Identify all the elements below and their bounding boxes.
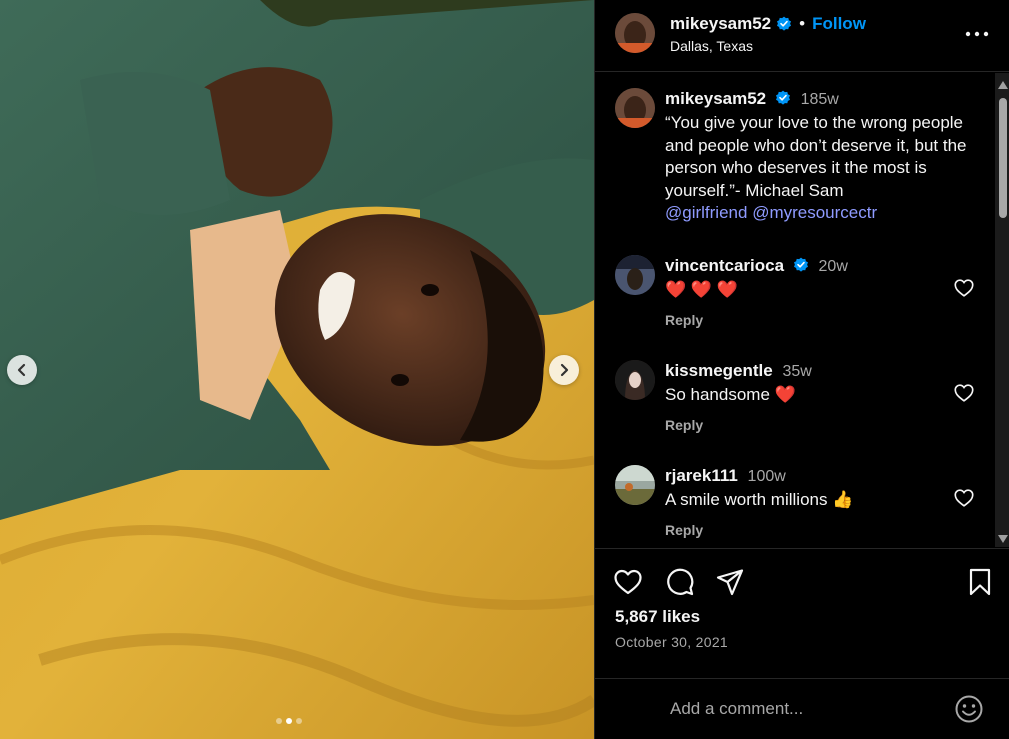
chevron-right-icon	[560, 363, 569, 377]
comment-time[interactable]: 100w	[748, 468, 786, 485]
avatar-image	[615, 465, 655, 505]
avatar-image	[615, 255, 655, 295]
caption-quote: “You give your love to the wrong people …	[665, 113, 967, 200]
share-icon[interactable]	[715, 567, 745, 597]
caption: mikeysam52 185w “You give your love to t…	[595, 88, 995, 238]
comment-like-icon[interactable]	[953, 382, 975, 404]
comment-icon[interactable]	[665, 567, 695, 597]
slide-indicator	[276, 718, 302, 724]
avatar-image	[615, 13, 655, 53]
comment-time[interactable]: 35w	[782, 363, 811, 380]
post-actions: 5,867 likes October 30, 2021	[595, 548, 1009, 678]
avatar-image	[615, 88, 655, 128]
caption-username[interactable]: mikeysam52	[665, 89, 766, 108]
verified-badge-icon	[775, 90, 790, 105]
scrollbar-thumb[interactable]	[999, 98, 1007, 218]
caption-header: mikeysam52 185w	[665, 88, 970, 111]
likes-count[interactable]: 5,867 likes	[615, 607, 700, 627]
heart-icon[interactable]	[613, 567, 643, 597]
commenter-avatar[interactable]	[615, 360, 655, 400]
comment-header: vincentcarioca 20w	[665, 255, 970, 278]
comments-list[interactable]: mikeysam52 185w “You give your love to t…	[595, 73, 995, 547]
mention-link[interactable]: @myresourcectr	[752, 203, 877, 222]
caption-time[interactable]: 185w	[801, 91, 839, 108]
caption-text: “You give your love to the wrong people …	[665, 112, 970, 225]
comment-like-icon[interactable]	[953, 487, 975, 509]
separator-dot: •	[799, 14, 806, 33]
scroll-down-arrow-icon[interactable]	[998, 535, 1008, 543]
chevron-left-icon	[17, 363, 26, 377]
post-media	[0, 0, 594, 739]
comment-like-icon[interactable]	[953, 277, 975, 299]
comment-text: A smile worth millions 👍	[665, 490, 854, 509]
comment-item: vincentcarioca 20w ❤️ ❤️ ❤️ Reply	[595, 255, 995, 345]
post-header: mikeysam52 • Follow Dallas, Texas	[595, 0, 1009, 72]
next-slide-button[interactable]	[549, 355, 579, 385]
commenter-username[interactable]: kissmegentle	[665, 361, 773, 380]
comment-composer	[595, 678, 1009, 739]
caption-avatar[interactable]	[615, 88, 655, 128]
commenter-avatar[interactable]	[615, 255, 655, 295]
bookmark-icon[interactable]	[965, 567, 995, 597]
post-photo	[0, 0, 594, 739]
slide-dot-active	[286, 718, 292, 724]
follow-button[interactable]: Follow	[812, 14, 866, 34]
comment-time[interactable]: 20w	[819, 258, 848, 275]
comment-item: rjarek111 100w A smile worth millions 👍 …	[595, 465, 995, 547]
commenter-avatar[interactable]	[615, 465, 655, 505]
smiley-icon[interactable]	[953, 693, 985, 725]
post-side-panel: mikeysam52 • Follow Dallas, Texas mikeys…	[594, 0, 1009, 739]
previous-slide-button[interactable]	[7, 355, 37, 385]
reply-button[interactable]: Reply	[665, 312, 703, 328]
reply-button[interactable]: Reply	[665, 417, 703, 433]
slide-dot	[276, 718, 282, 724]
commenter-username[interactable]: rjarek111	[665, 466, 738, 485]
comment-text: So handsome ❤️	[665, 385, 796, 404]
verified-badge-icon	[777, 16, 792, 31]
comments-scrollbar[interactable]	[995, 73, 1009, 547]
comment-text: ❤️ ❤️ ❤️	[665, 280, 738, 299]
comment-header: kissmegentle 35w	[665, 360, 970, 383]
more-options-icon[interactable]	[963, 22, 991, 46]
reply-button[interactable]: Reply	[665, 522, 703, 538]
verified-badge-icon	[793, 257, 808, 272]
author-username[interactable]: mikeysam52	[670, 14, 771, 34]
author-avatar[interactable]	[615, 13, 655, 53]
avatar-image	[615, 360, 655, 400]
comment-header: rjarek111 100w	[665, 465, 970, 488]
scroll-up-arrow-icon[interactable]	[998, 81, 1008, 89]
header-user-line: mikeysam52 • Follow	[670, 14, 866, 34]
mention-link[interactable]: @girlfriend	[665, 203, 747, 222]
commenter-username[interactable]: vincentcarioca	[665, 256, 784, 275]
post-location[interactable]: Dallas, Texas	[670, 38, 753, 54]
slide-dot	[296, 718, 302, 724]
comment-item: kissmegentle 35w So handsome ❤️ Reply	[595, 360, 995, 450]
post-date[interactable]: October 30, 2021	[615, 634, 728, 650]
add-comment-input[interactable]	[670, 696, 940, 722]
